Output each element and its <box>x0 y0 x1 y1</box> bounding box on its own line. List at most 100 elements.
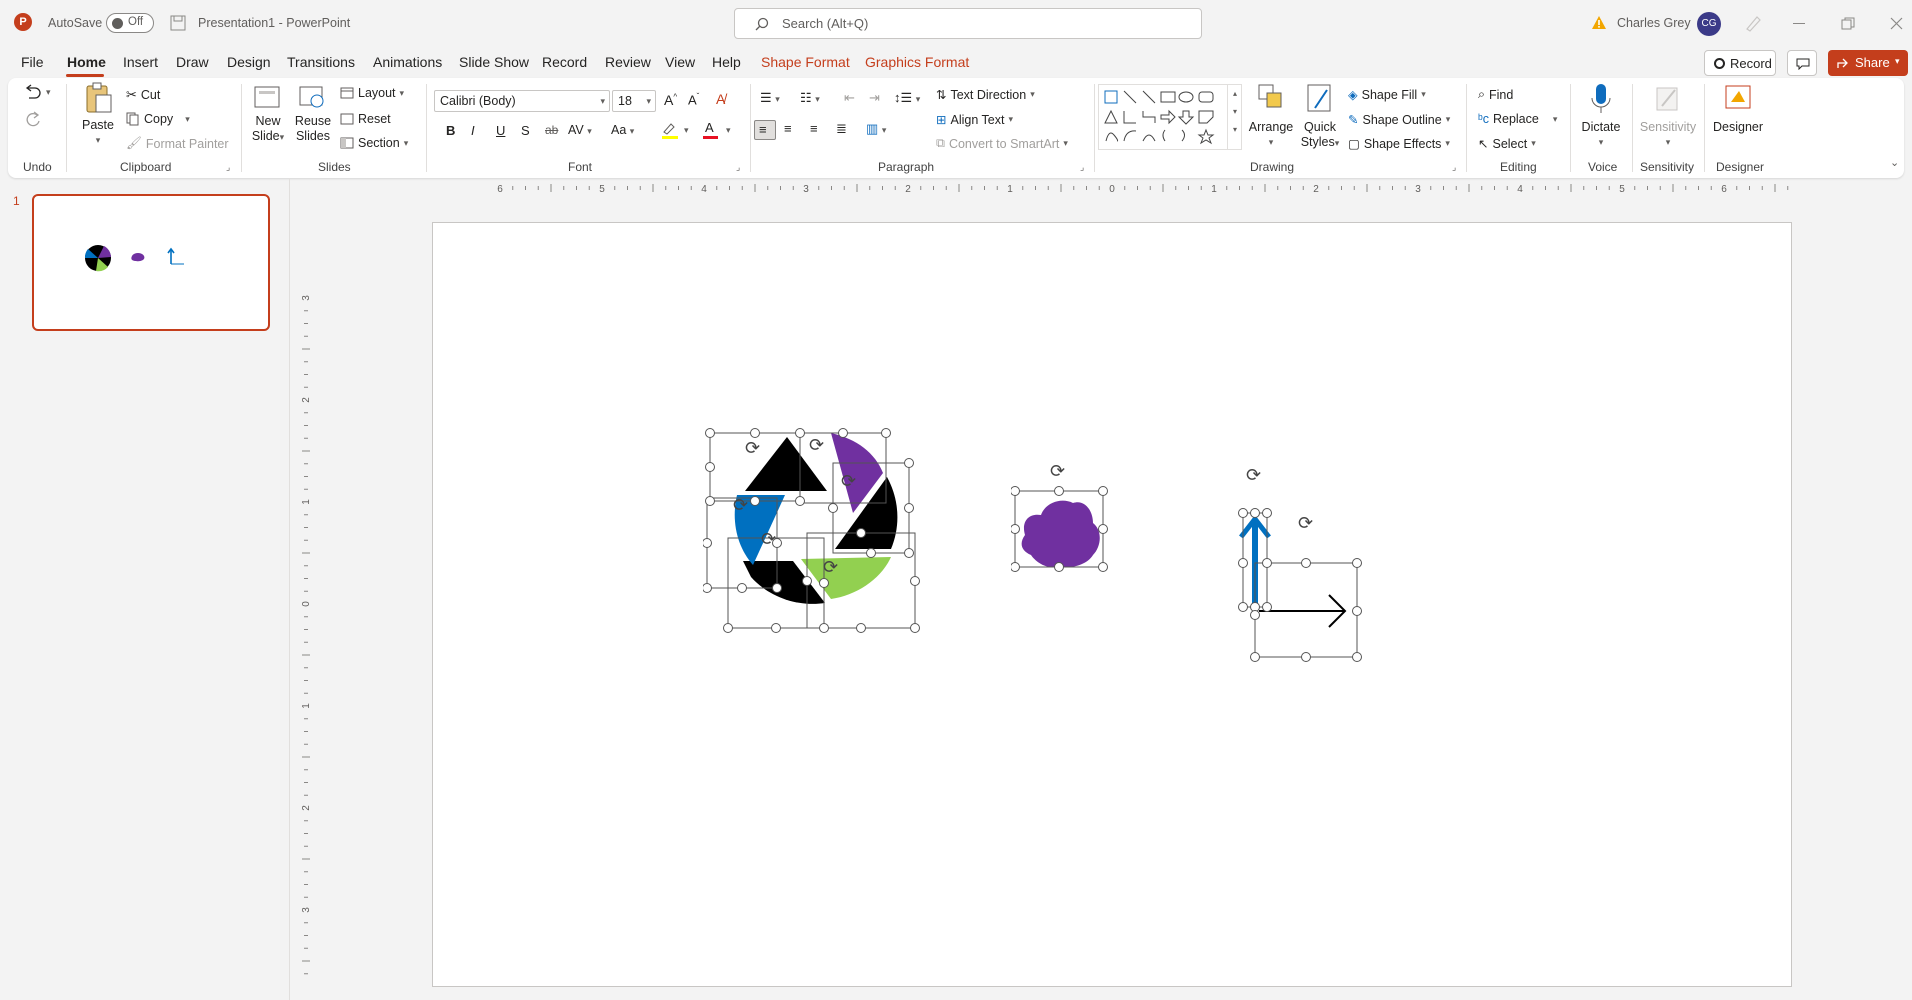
dictate-button[interactable]: Dictate ▾ <box>1574 82 1628 150</box>
user-avatar[interactable]: CG <box>1697 12 1721 36</box>
rotate-handle-icon[interactable]: ⟳ <box>1050 461 1065 482</box>
font-color-button[interactable]: A ▾ <box>702 120 738 140</box>
align-left-button[interactable]: ≡ <box>754 120 776 140</box>
select-button[interactable]: ↖ Select ▾ <box>1478 136 1536 152</box>
tab-design[interactable]: Design <box>227 54 271 70</box>
text-shadow-icon[interactable]: S <box>521 123 530 138</box>
arrange-button[interactable]: Arrange ▾ <box>1248 82 1294 150</box>
shape-outline-button[interactable]: ✎ Shape Outline ▾ <box>1348 112 1450 128</box>
text-direction-label: Text Direction <box>950 87 1027 102</box>
quick-styles-button[interactable]: Quick Styles▾ <box>1298 82 1342 151</box>
rotate-handle-icon[interactable]: ⟳ <box>823 557 838 578</box>
warning-icon[interactable] <box>1591 15 1607 30</box>
close-icon[interactable] <box>1890 17 1903 30</box>
columns-icon[interactable]: ▥ ▾ <box>866 121 886 137</box>
search-box[interactable]: Search (Alt+Q) <box>734 8 1202 39</box>
comments-button[interactable] <box>1787 50 1817 76</box>
text-direction-button[interactable]: ⇅ Text Direction ▾ <box>936 87 1035 103</box>
increase-indent-icon[interactable]: ⇥ <box>869 90 880 106</box>
numbering-icon[interactable]: ☷ ▾ <box>800 90 820 106</box>
tab-record[interactable]: Record <box>542 54 587 70</box>
tab-help[interactable]: Help <box>712 54 741 70</box>
find-button[interactable]: ⌕ Find <box>1478 87 1513 102</box>
tab-draw[interactable]: Draw <box>176 54 209 70</box>
align-text-button[interactable]: ⊞ Align Text ▾ <box>936 112 1013 128</box>
reuse-slides-button[interactable]: Reuse Slides <box>293 82 333 144</box>
section-button[interactable]: Section ▾ <box>340 136 408 150</box>
save-icon[interactable] <box>170 15 186 31</box>
tab-animations[interactable]: Animations <box>373 54 442 70</box>
sensitivity-button[interactable]: Sensitivity ▾ <box>1636 82 1700 150</box>
share-button[interactable]: Share ▾ <box>1828 50 1908 76</box>
tab-file[interactable]: File <box>21 54 44 70</box>
convert-smartart-button[interactable]: ⧉ Convert to SmartArt ▾ <box>936 136 1068 151</box>
grow-font-icon[interactable]: A^ <box>664 92 677 108</box>
ruler-label: 6 <box>1721 184 1727 195</box>
minimize-icon[interactable] <box>1793 23 1807 25</box>
font-name-select[interactable]: Calibri (Body) ▾ <box>434 90 610 112</box>
reset-button[interactable]: Reset <box>340 112 391 126</box>
rotate-handle-icon[interactable]: ⟳ <box>745 438 760 459</box>
slide-thumbnail[interactable] <box>32 194 270 331</box>
new-slide-button[interactable]: New Slide▾ <box>248 82 288 145</box>
antarctica-shape[interactable] <box>1011 485 1111 577</box>
shapes-gallery-scroll[interactable]: ▴ ▾ ▾ <box>1227 85 1242 150</box>
line-spacing-icon[interactable]: ↕☰ ▾ <box>894 90 920 106</box>
justify-icon[interactable]: ≣ <box>836 121 847 137</box>
character-spacing-icon[interactable]: AV ▾ <box>568 123 592 137</box>
rotate-handle-icon[interactable]: ⟳ <box>1298 513 1313 534</box>
slide-canvas[interactable]: ⟳ ⟳ ⟳ ⟳ ⟳ ⟳ ⟳ ⟳ ⟳ <box>432 222 1792 987</box>
pen-icon[interactable] <box>1744 14 1762 32</box>
redo-icon[interactable] <box>23 111 43 127</box>
rotate-handle-icon[interactable]: ⟳ <box>1246 465 1261 486</box>
record-button[interactable]: Record <box>1704 50 1776 76</box>
rotate-handle-icon[interactable]: ⟳ <box>761 529 776 550</box>
align-center-icon[interactable]: ≡ <box>784 121 792 136</box>
copy-button[interactable]: Copy ▾ <box>126 112 190 126</box>
italic-icon[interactable]: I <box>471 123 475 138</box>
bullets-icon[interactable]: ☰ ▾ <box>760 90 780 106</box>
change-case-icon[interactable]: Aa ▾ <box>611 123 634 137</box>
autosave-toggle[interactable]: Off <box>106 13 154 33</box>
collapse-ribbon-icon[interactable]: ⌄ <box>1890 156 1899 169</box>
tab-home[interactable]: Home <box>67 54 106 70</box>
undo-icon[interactable] <box>23 84 43 100</box>
tab-graphics-format[interactable]: Graphics Format <box>865 54 969 70</box>
strikethrough-icon[interactable]: ab <box>545 123 558 137</box>
clipboard-launcher-icon[interactable]: ⌟ <box>226 162 230 173</box>
shape-fill-button[interactable]: ◈ Shape Fill ▾ <box>1348 87 1426 103</box>
tab-review[interactable]: Review <box>605 54 651 70</box>
clear-formatting-icon[interactable]: A̸ <box>716 91 725 107</box>
paste-button[interactable]: Paste ▾ <box>78 82 118 148</box>
undo-dropdown-icon[interactable]: ▾ <box>46 87 51 98</box>
rotate-handle-icon[interactable]: ⟳ <box>841 471 856 492</box>
underline-icon[interactable]: U <box>496 123 505 138</box>
replace-button[interactable]: ᵇc Replace ▾ <box>1478 112 1557 126</box>
bold-icon[interactable]: B <box>446 123 455 138</box>
designer-button[interactable]: Designer <box>1708 82 1768 135</box>
shapes-gallery[interactable]: ▴ ▾ ▾ <box>1098 84 1242 150</box>
font-size-select[interactable]: 18 ▾ <box>612 90 656 112</box>
drawing-launcher-icon[interactable]: ⌟ <box>1452 162 1456 173</box>
paragraph-launcher-icon[interactable]: ⌟ <box>1080 162 1084 173</box>
layout-button[interactable]: Layout ▾ <box>340 86 404 100</box>
tab-transitions[interactable]: Transitions <box>287 54 355 70</box>
tab-slide-show[interactable]: Slide Show <box>459 54 529 70</box>
align-right-icon[interactable]: ≡ <box>810 121 818 136</box>
tab-insert[interactable]: Insert <box>123 54 158 70</box>
rotate-handle-icon[interactable]: ⟳ <box>809 435 824 456</box>
tab-shape-format[interactable]: Shape Format <box>761 54 850 70</box>
shrink-font-icon[interactable]: Aˇ <box>688 92 699 107</box>
highlight-color-button[interactable]: ▾ <box>660 120 696 140</box>
sensitivity-group-label: Sensitivity <box>1640 160 1695 174</box>
restore-icon[interactable] <box>1841 17 1855 31</box>
shape-effects-button[interactable]: ▢ Shape Effects ▾ <box>1348 136 1450 152</box>
format-painter-button[interactable]: 🖌 Format Painter <box>126 136 229 151</box>
cut-button[interactable]: ✂ Cut <box>126 87 160 103</box>
font-launcher-icon[interactable]: ⌟ <box>736 162 740 173</box>
rotate-handle-icon[interactable]: ⟳ <box>733 495 748 516</box>
tab-view[interactable]: View <box>665 54 695 70</box>
horizontal-ruler[interactable]: 6 5 4 3 2 1 0 1 2 3 4 5 6 <box>432 180 1792 196</box>
decrease-indent-icon[interactable]: ⇤ <box>844 90 855 106</box>
vertical-ruler[interactable]: 3 2 1 0 1 2 3 <box>298 222 314 987</box>
